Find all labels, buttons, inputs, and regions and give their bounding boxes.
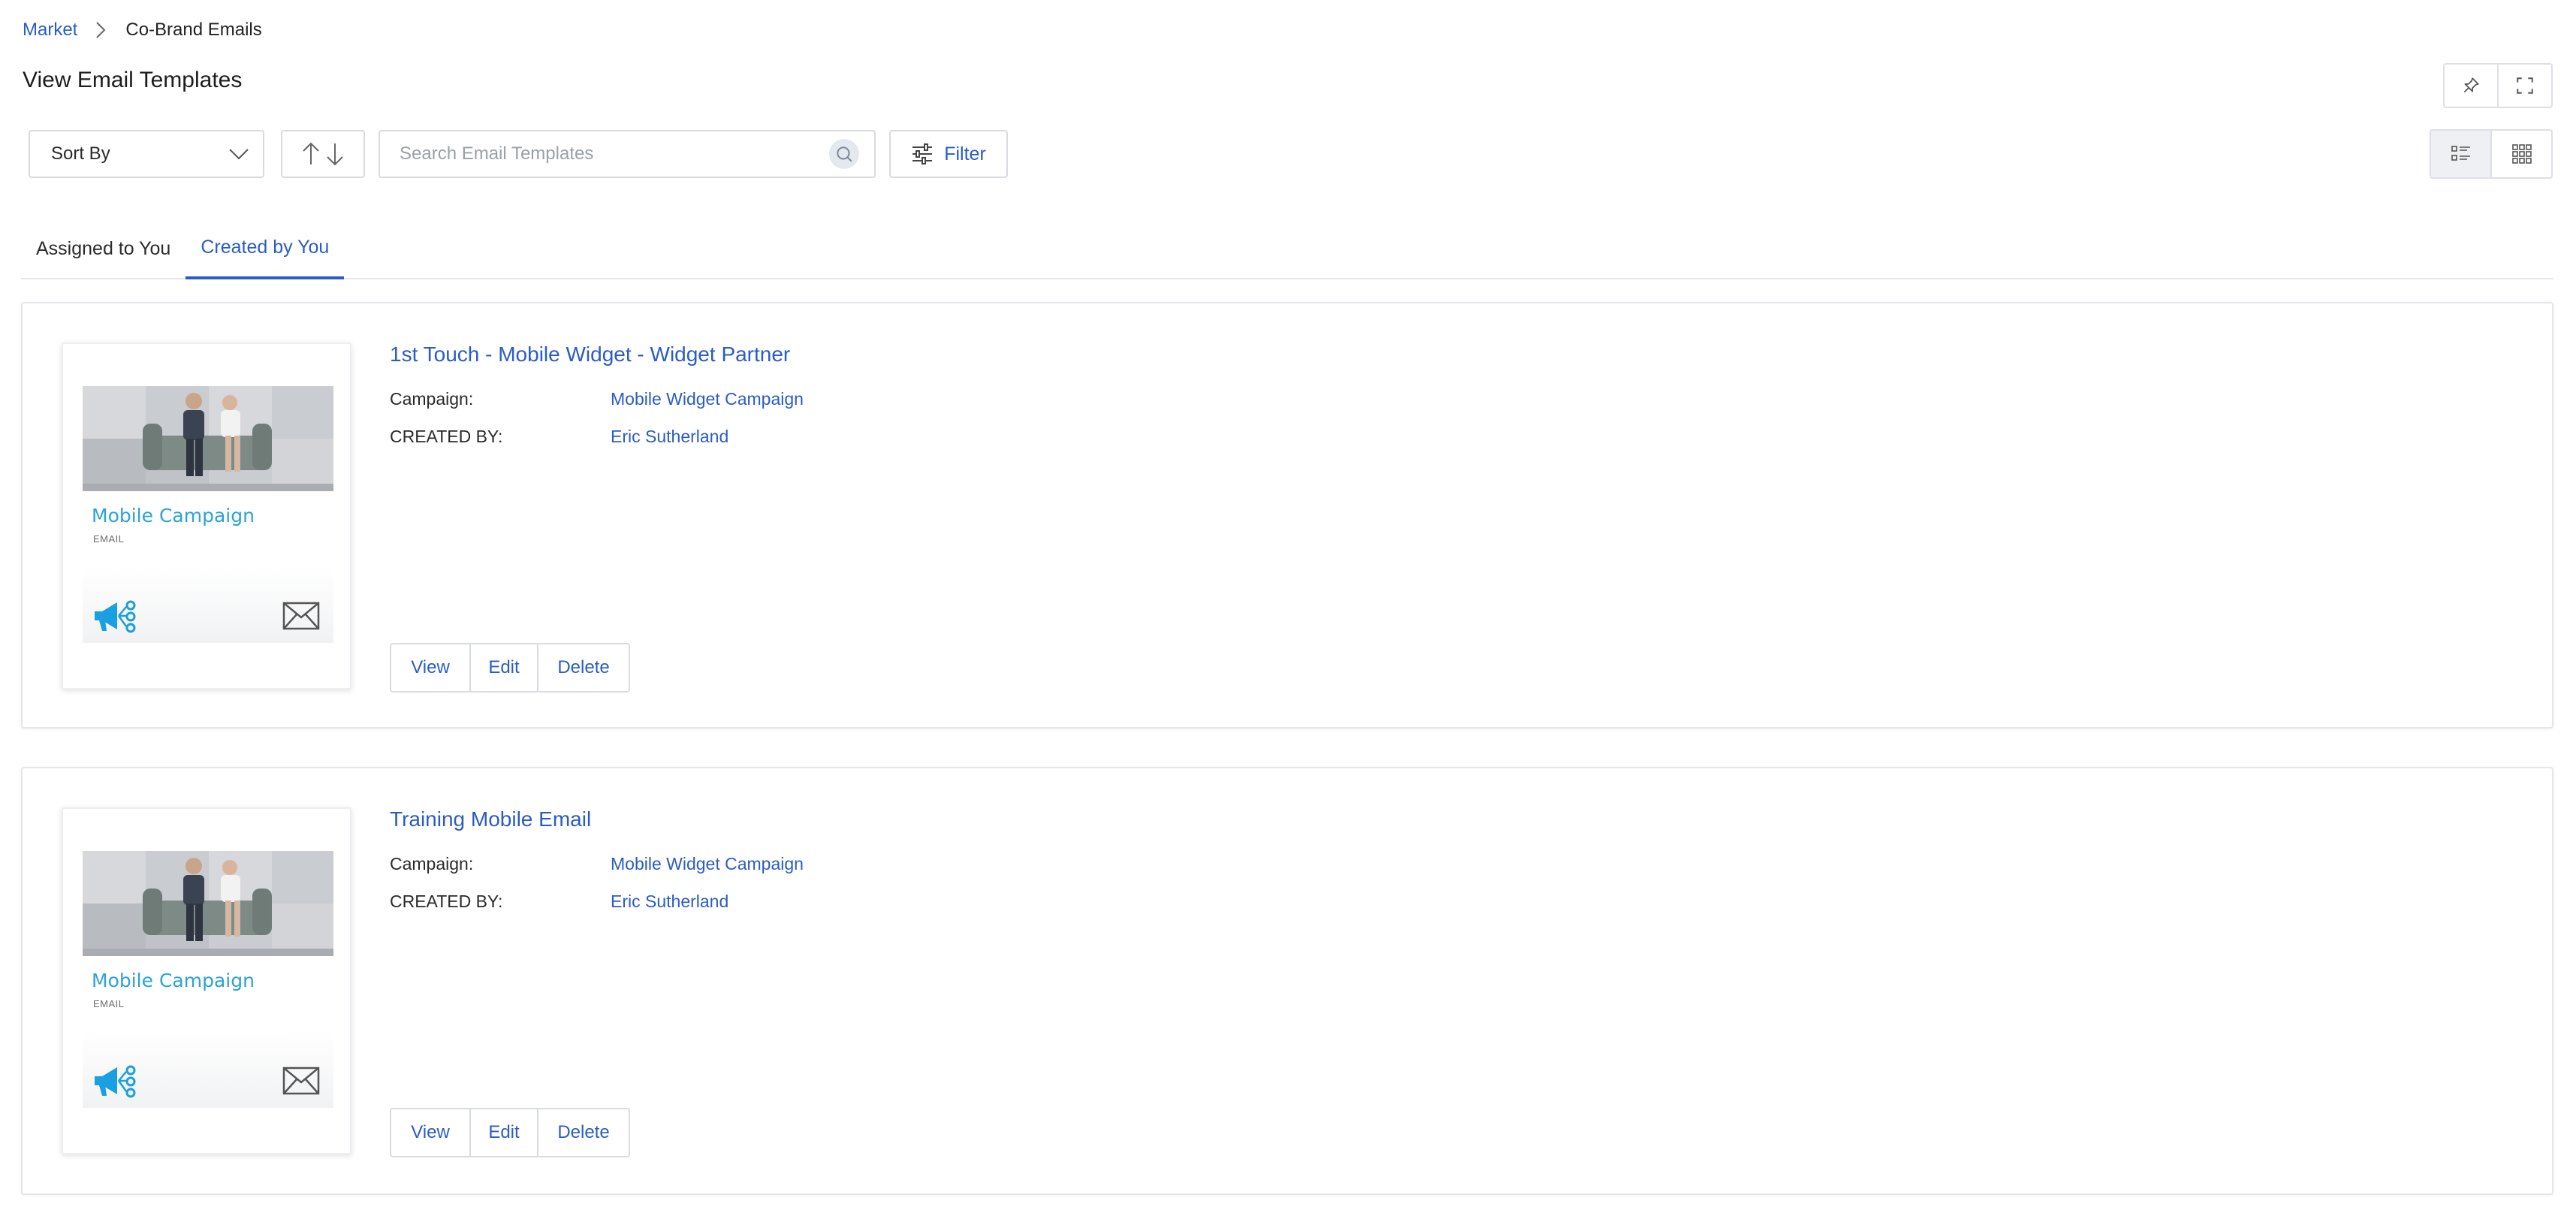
edit-button[interactable]: Edit xyxy=(469,1109,537,1156)
campaign-row: Campaign: Mobile Widget Campaign xyxy=(390,389,804,409)
campaign-link[interactable]: Mobile Widget Campaign xyxy=(611,854,804,874)
campaign-label: Campaign: xyxy=(390,854,474,873)
breadcrumb: Market Co-Brand Emails xyxy=(23,18,262,42)
search-box xyxy=(379,130,876,178)
view-toggle xyxy=(2430,129,2553,179)
list-view-button[interactable] xyxy=(2431,131,2490,177)
envelope-icon xyxy=(282,1067,320,1095)
template-title-link[interactable]: 1st Touch - Mobile Widget - Widget Partn… xyxy=(390,342,790,367)
megaphone-icon xyxy=(95,600,136,633)
filter-label: Filter xyxy=(944,143,986,164)
tab-assigned-to-you[interactable]: Assigned to You xyxy=(21,218,186,279)
view-button[interactable]: View xyxy=(391,1109,469,1156)
filter-button[interactable]: Filter xyxy=(889,130,1008,178)
delete-button[interactable]: Delete xyxy=(537,644,629,691)
template-actions: View Edit Delete xyxy=(390,1108,630,1157)
delete-button[interactable]: Delete xyxy=(537,1109,629,1156)
toolbar: Sort By Filter xyxy=(29,130,1008,178)
view-button[interactable]: View xyxy=(391,644,469,691)
sort-by-label: Sort By xyxy=(51,143,110,164)
page-title: View Email Templates xyxy=(23,68,243,92)
thumbnail-subtitle: EMAIL xyxy=(93,998,125,1009)
created-by-link[interactable]: Eric Sutherland xyxy=(611,892,728,912)
grid-view-button[interactable] xyxy=(2490,131,2551,177)
template-card: Mobile Campaign EMAIL 1st Touch - Mobile… xyxy=(21,302,2553,729)
campaign-row: Campaign: Mobile Widget Campaign xyxy=(390,854,804,874)
thumbnail-title: Mobile Campaign xyxy=(92,970,255,991)
sort-by-select[interactable]: Sort By xyxy=(29,130,264,178)
template-thumbnail[interactable]: Mobile Campaign EMAIL xyxy=(62,342,351,689)
filter-sliders-icon xyxy=(912,143,933,164)
pin-icon xyxy=(2463,77,2479,93)
sort-order-button[interactable] xyxy=(281,130,365,178)
envelope-icon xyxy=(282,602,320,630)
edit-button[interactable]: Edit xyxy=(469,644,537,691)
fullscreen-button[interactable] xyxy=(2497,65,2551,107)
tabs: Assigned to You Created by You xyxy=(21,218,2553,279)
page-actions xyxy=(2443,63,2553,108)
megaphone-icon xyxy=(95,1065,136,1098)
search-input[interactable] xyxy=(400,143,829,164)
breadcrumb-current: Co-Brand Emails xyxy=(125,20,262,40)
breadcrumb-market-link[interactable]: Market xyxy=(23,20,77,41)
fullscreen-icon xyxy=(2517,77,2533,94)
chevron-right-icon xyxy=(95,18,107,42)
thumbnail-subtitle: EMAIL xyxy=(93,533,125,545)
list-view-icon xyxy=(2451,146,2470,161)
created-by-label: CREATED BY: xyxy=(390,892,503,911)
created-by-label: CREATED BY: xyxy=(390,427,503,446)
campaign-label: Campaign: xyxy=(390,389,474,409)
search-button[interactable] xyxy=(829,139,859,169)
chevron-down-icon xyxy=(229,149,249,160)
template-actions: View Edit Delete xyxy=(390,643,630,692)
created-by-row: CREATED BY: Eric Sutherland xyxy=(390,892,728,912)
campaign-link[interactable]: Mobile Widget Campaign xyxy=(611,389,804,409)
template-thumbnail[interactable]: Mobile Campaign EMAIL xyxy=(62,807,351,1154)
campaign-photo xyxy=(83,386,333,491)
created-by-row: CREATED BY: Eric Sutherland xyxy=(390,427,728,447)
template-title-link[interactable]: Training Mobile Email xyxy=(390,807,591,831)
tab-created-by-you[interactable]: Created by You xyxy=(186,218,345,279)
pin-button[interactable] xyxy=(2445,65,2497,107)
search-icon xyxy=(837,146,852,162)
sort-arrows-icon xyxy=(303,142,343,166)
campaign-photo xyxy=(83,851,333,956)
grid-view-icon xyxy=(2511,144,2532,164)
template-card: Mobile Campaign EMAIL Training Mobile Em… xyxy=(21,767,2553,1195)
created-by-link[interactable]: Eric Sutherland xyxy=(611,427,728,447)
thumbnail-title: Mobile Campaign xyxy=(92,505,255,526)
